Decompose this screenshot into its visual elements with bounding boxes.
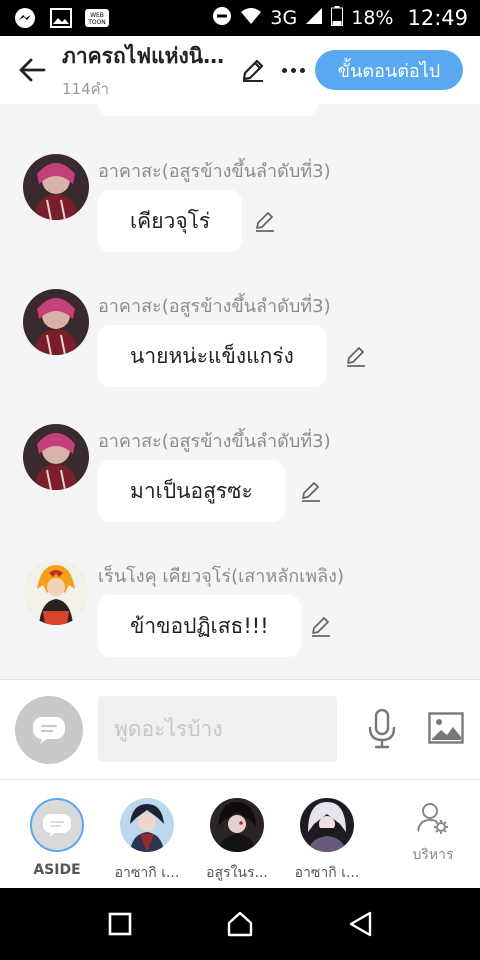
messenger-icon (12, 7, 38, 29)
image-icon (428, 712, 464, 744)
microphone-button[interactable] (364, 708, 400, 750)
character-label: ASIDE (33, 862, 81, 878)
message-bubble[interactable]: เคียวจุโร่ (98, 190, 243, 252)
character-bar: ASIDE อาซากิ เ... อสูรในร... อาซากิ เ...… (0, 779, 480, 888)
arrow-left-icon (19, 58, 46, 82)
message-bubble-partial[interactable] (98, 104, 318, 116)
edit-message-button[interactable] (343, 343, 369, 369)
character-label: อสูรในร... (206, 865, 268, 881)
wifi-icon (240, 7, 262, 30)
more-options-button[interactable] (276, 53, 310, 87)
character-label: อาซากิ เ... (114, 865, 180, 881)
home-button[interactable] (220, 904, 260, 944)
pencil-icon (302, 482, 320, 502)
chat-area[interactable]: อาคาสะ(อสูรข้างขึ้นลำดับที่3) เคียวจุโร่… (0, 104, 480, 679)
character-item[interactable]: อาซากิ เ... (102, 798, 192, 884)
clock: 12:49 (407, 6, 468, 30)
avatar[interactable] (23, 154, 89, 220)
square-icon (108, 912, 132, 936)
character-item[interactable]: อาซากิ เ... (282, 798, 372, 884)
avatar[interactable] (23, 424, 89, 490)
message-input[interactable] (98, 696, 337, 762)
back-button[interactable] (14, 52, 50, 88)
battery-percent: 18% (351, 7, 394, 29)
sender-name: อาคาสะ(อสูรข้างขึ้นลำดับที่3) (98, 431, 331, 452)
edit-message-button[interactable] (308, 613, 334, 639)
back-nav-button[interactable] (340, 904, 380, 944)
gallery-icon (48, 7, 74, 29)
character-aside[interactable]: ASIDE (12, 798, 102, 878)
microphone-icon (368, 709, 396, 749)
character-label: อาซากิ เ... (294, 865, 360, 881)
pencil-icon (242, 59, 264, 82)
avatar (120, 798, 174, 852)
home-icon (227, 911, 253, 937)
edit-message-button[interactable] (298, 478, 324, 504)
next-step-button[interactable]: ขั้นตอนต่อไป (315, 50, 463, 90)
user-settings-icon (413, 798, 453, 838)
edit-title-button[interactable] (236, 53, 270, 87)
system-nav-bar (0, 888, 480, 960)
sender-name: อาคาสะ(อสูรข้างขึ้นลำดับที่3) (98, 161, 331, 182)
manage-characters-button[interactable]: บริหาร (388, 798, 478, 866)
word-count: 114คำ (62, 79, 110, 98)
character-label: บริหาร (412, 847, 454, 863)
signal-icon (305, 7, 323, 30)
sender-name: เร็นโงคุ เคียวจุโร่(เสาหลักเพลิง) (98, 566, 344, 587)
avatar (30, 798, 84, 852)
message-bubble[interactable]: นายหน่ะแข็งแกร่ง (98, 325, 326, 387)
recent-apps-button[interactable] (100, 904, 140, 944)
character-item[interactable]: อสูรในร... (192, 798, 282, 884)
compose-bar (0, 679, 480, 779)
webtoon-icon: WEB TOON (84, 7, 110, 29)
sender-name: อาคาสะ(อสูรข้างขึ้นลำดับที่3) (98, 296, 331, 317)
image-button[interactable] (426, 710, 466, 746)
triangle-back-icon (349, 911, 372, 937)
aside-toggle-button[interactable] (15, 696, 83, 764)
avatar (210, 798, 264, 852)
chat-bubble-icon (33, 717, 65, 744)
svg-text:TOON: TOON (87, 19, 106, 26)
edit-message-button[interactable] (252, 208, 278, 234)
network-label: 3G (270, 7, 298, 29)
pencil-icon (256, 212, 274, 232)
status-bar: WEB TOON 3G 18% 12:49 (0, 0, 480, 36)
pencil-icon (312, 617, 330, 637)
episode-title: ภาครถไฟแห่งนิรันดร์ (62, 43, 226, 68)
pencil-icon (347, 347, 365, 367)
avatar[interactable] (23, 289, 89, 355)
top-bar: ภาครถไฟแห่งนิรันดร์ 114คำ ขั้นตอนต่อไป (0, 36, 480, 104)
message-bubble[interactable]: ข้าขอปฏิเสธ!!! (98, 595, 301, 657)
message-bubble[interactable]: มาเป็นอสูรซะ (98, 460, 285, 522)
battery-icon (331, 5, 344, 31)
chat-bubble-icon (43, 814, 71, 837)
avatar[interactable] (23, 559, 89, 625)
do-not-disturb-icon (212, 6, 232, 31)
avatar (300, 798, 354, 852)
svg-text:WEB: WEB (90, 12, 104, 19)
